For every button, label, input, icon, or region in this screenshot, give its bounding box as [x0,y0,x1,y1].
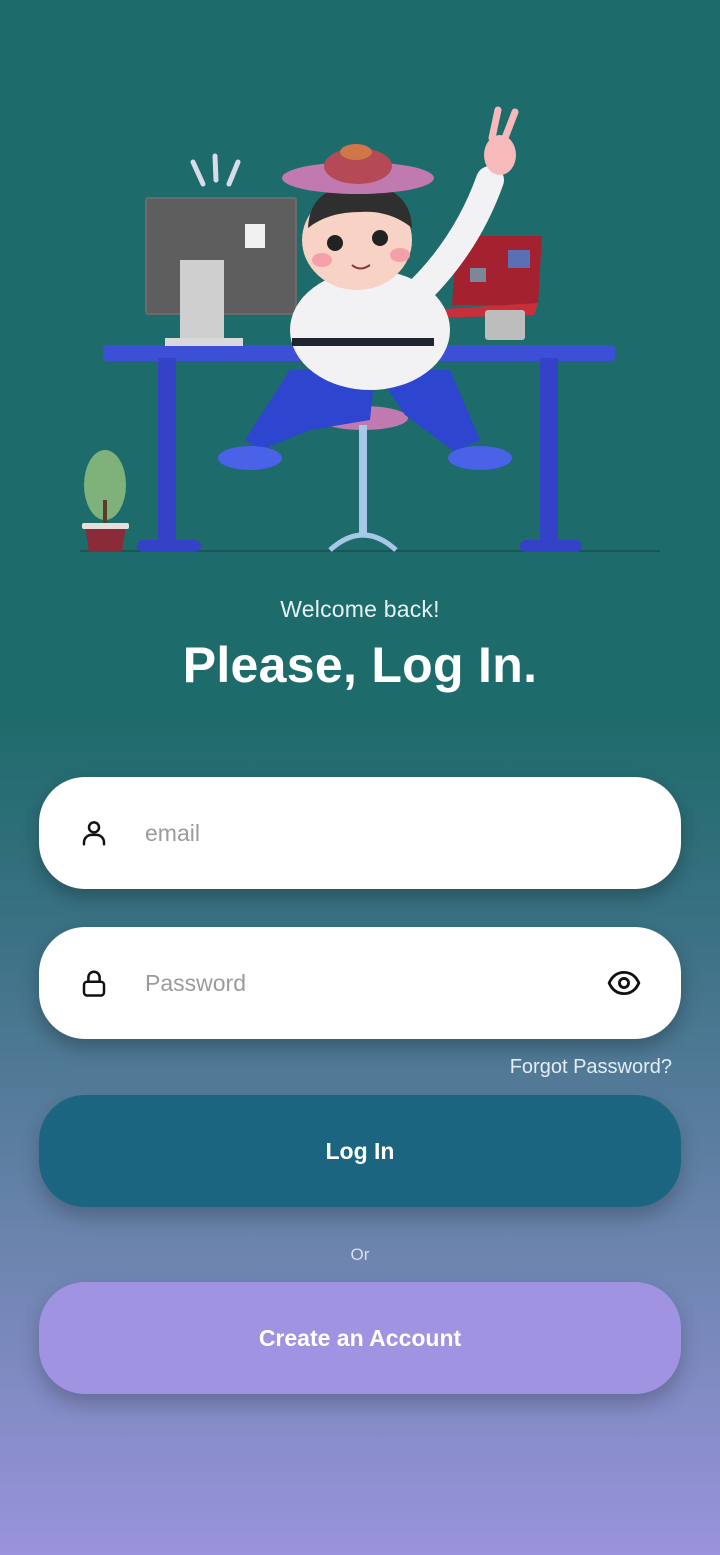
email-input[interactable] [145,777,591,889]
login-button[interactable]: Log In [39,1095,681,1207]
email-field[interactable] [39,777,681,889]
password-input[interactable] [145,927,591,1039]
password-field[interactable] [39,927,681,1039]
page-title: Please, Log In. [182,637,538,693]
lock-icon [82,970,106,997]
user-icon [82,821,106,846]
or-divider-text: Or [350,1245,370,1264]
welcome-text: Welcome back! [280,596,440,622]
plant [82,450,129,552]
forgot-password-link[interactable]: Forgot Password? [510,1056,672,1079]
monitor [145,197,297,346]
eye-icon[interactable] [607,966,641,1000]
hero-illustration [80,106,660,552]
chair [318,406,408,552]
create-account-button[interactable]: Create an Account [39,1282,681,1394]
